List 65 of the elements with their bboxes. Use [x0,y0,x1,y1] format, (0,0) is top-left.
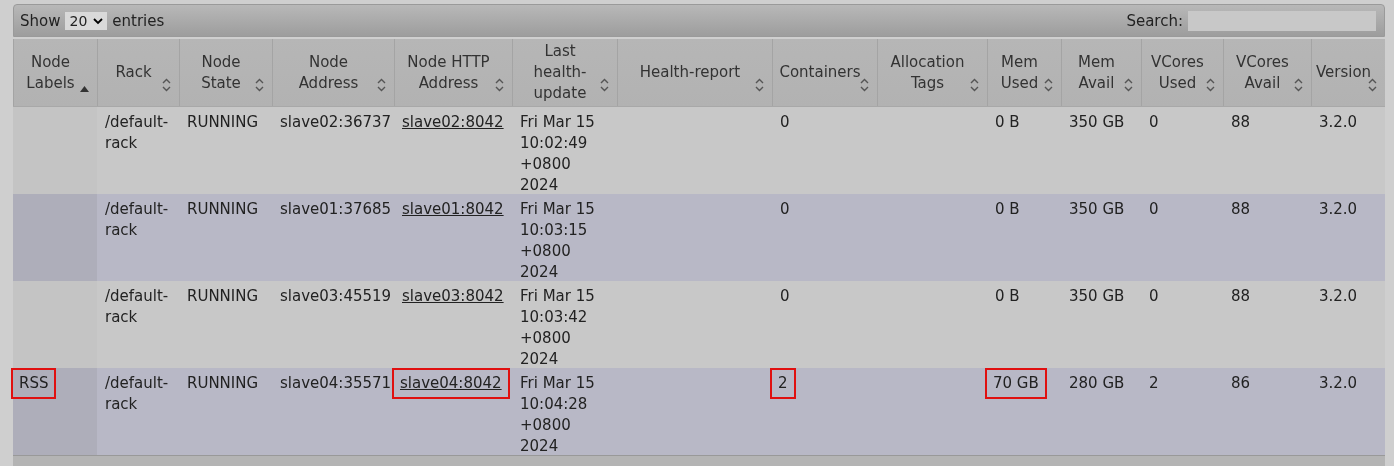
table-cell-text: Fri Mar 15 10:03:42 +0800 2024 [519,286,596,370]
table-cell-text: RUNNING [186,286,260,307]
column-header[interactable]: Allocation Tags [877,39,987,106]
column-header[interactable]: Health-report [617,39,772,106]
table-cell-text: RUNNING [186,373,260,394]
table-cell-text: slave04:35571 [279,373,393,394]
table-cell: 2 [770,368,796,399]
table-cell-text: 3.2.0 [1318,112,1359,133]
table-cell-text: 0 [779,286,791,307]
column-header[interactable]: Mem Avail [1061,39,1141,106]
table-cell-text: /default-rack [104,286,170,328]
table-cell-text: Fri Mar 15 10:04:28 +0800 2024 [519,373,596,457]
table-cell-text: /default-rack [104,373,170,415]
column-header[interactable]: Containers [772,39,877,106]
table-cell-text: /default-rack [104,112,170,154]
column-header[interactable]: Node HTTP Address [394,39,512,106]
table-cell-text: 0 B [994,112,1021,133]
table-cell-text: 2 [1148,373,1160,394]
table-cell-text: 0 [779,112,791,133]
column-header[interactable]: VCores Used [1141,39,1223,106]
table-cell-text: 0 [779,199,791,220]
table-cell-text: 88 [1230,286,1252,307]
table-cell-text: 0 B [994,286,1021,307]
table-cell-text: 350 GB [1068,199,1126,220]
table-cell-text: 0 [1148,286,1160,307]
table-cell-text: slave01:37685 [279,199,393,220]
table-cell-text: 88 [1230,112,1252,133]
chevron-down-icon [93,16,104,25]
column-header[interactable]: Node Labels [13,39,97,106]
column-header[interactable]: Last health-update [512,39,617,106]
table-cell-text: 0 [1148,199,1160,220]
table-cell-text: /default-rack [104,199,170,241]
show-label: Show [20,11,61,30]
column-header[interactable]: Rack [97,39,179,106]
table-cell-text: 350 GB [1068,112,1126,133]
page-size-select[interactable]: 20 [65,11,108,30]
table-cell-text: 0 [1148,112,1160,133]
table-cell: 70 GB [985,368,1047,399]
column-header[interactable]: VCores Avail [1223,39,1311,106]
column-header[interactable]: Node State [179,39,272,106]
table-cell-text: slave03:45519 [279,286,393,307]
table-cell-text: 3.2.0 [1318,199,1359,220]
table-cell-text: 88 [1230,199,1252,220]
node-link[interactable]: slave02:8042 [398,110,508,135]
column-header[interactable]: Node Address [272,39,394,106]
table-cell-text: RUNNING [186,112,260,133]
table-cell-text: 350 GB [1068,286,1126,307]
column-header[interactable]: Version [1311,39,1385,106]
table-cell-text: RUNNING [186,199,260,220]
column-header[interactable]: Mem Used [987,39,1061,106]
table-cell-text: Fri Mar 15 10:03:15 +0800 2024 [519,199,596,283]
table-cell-text: 280 GB [1068,373,1126,394]
table-cell-text: 3.2.0 [1318,373,1359,394]
table-cell-text: Fri Mar 15 10:02:49 +0800 2024 [519,112,596,196]
search-label: Search: [1126,11,1183,30]
cell-text: RSS [11,368,57,399]
entries-label: entries [112,11,165,30]
table-cell-text: 3.2.0 [1318,286,1359,307]
node-link[interactable]: slave04:8042 [392,368,510,399]
table-cell-text: slave02:36737 [279,112,393,133]
search-field[interactable] [1188,10,1376,31]
table-cell-text: 0 B [994,199,1021,220]
node-link[interactable]: slave01:8042 [398,197,508,222]
node-link[interactable]: slave03:8042 [398,284,508,309]
table-cell-text: 86 [1230,373,1252,394]
